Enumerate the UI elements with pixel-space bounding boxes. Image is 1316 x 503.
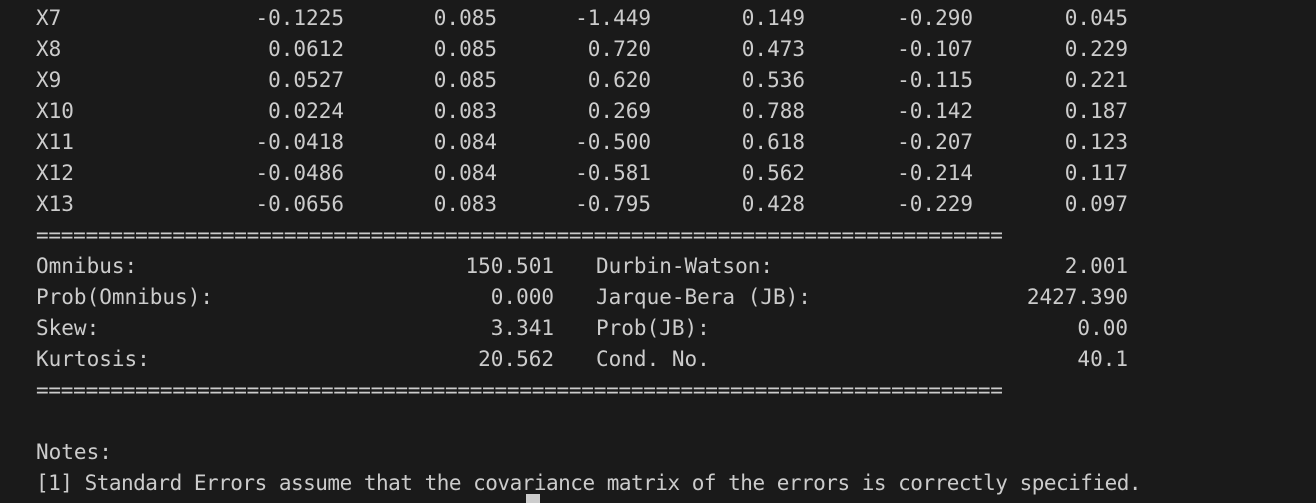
std-err-value: 0.083 xyxy=(433,99,497,123)
t-value: -0.795 xyxy=(575,192,651,216)
stats-row-prob-omnibus: Prob(Omnibus): 0.000 Jarque-Bera (JB): 2… xyxy=(36,282,1136,313)
ci-high-value: 0.045 xyxy=(1064,6,1128,30)
stat-label: Cond. No. xyxy=(596,347,710,371)
coef-value: -0.0418 xyxy=(255,130,344,154)
std-err-value: 0.085 xyxy=(433,37,497,61)
stat-value: 0.000 xyxy=(490,285,554,309)
stats-row-omnibus: Omnibus: 150.501 Durbin-Watson: 2.001 xyxy=(36,251,1136,282)
t-value: 0.269 xyxy=(587,99,651,123)
p-value: 0.788 xyxy=(741,99,805,123)
std-err-value: 0.084 xyxy=(433,130,497,154)
ci-high-value: 0.123 xyxy=(1064,130,1128,154)
std-err-value: 0.085 xyxy=(433,68,497,92)
variable-name: X13 xyxy=(36,192,74,216)
std-err-value: 0.085 xyxy=(433,6,497,30)
stats-row-skew: Skew: 3.341 Prob(JB): 0.00 xyxy=(36,313,1136,344)
coef-row-x13: X13 -0.0656 0.083 -0.795 0.428 -0.229 0.… xyxy=(36,189,1136,220)
ci-low-value: -0.115 xyxy=(897,68,973,92)
coef-value: 0.0224 xyxy=(268,99,344,123)
t-value: -0.500 xyxy=(575,130,651,154)
stat-value: 3.341 xyxy=(490,316,554,340)
ci-low-value: -0.207 xyxy=(897,130,973,154)
std-err-value: 0.083 xyxy=(433,192,497,216)
stat-value: 2427.390 xyxy=(1026,285,1128,309)
t-value: -1.449 xyxy=(575,6,651,30)
variable-name: X11 xyxy=(36,130,74,154)
stat-value: 20.562 xyxy=(478,347,554,371)
stat-label: Jarque-Bera (JB): xyxy=(596,285,811,309)
p-value: 0.618 xyxy=(741,130,805,154)
coef-row-x12: X12 -0.0486 0.084 -0.581 0.562 -0.214 0.… xyxy=(36,158,1136,189)
terminal-output[interactable]: X7 -0.1225 0.085 -1.449 0.149 -0.290 0.0… xyxy=(0,0,1316,503)
variable-name: X8 xyxy=(36,37,62,61)
coef-value: 0.0527 xyxy=(268,68,344,92)
coef-value: -0.0656 xyxy=(255,192,344,216)
coef-value: 0.0612 xyxy=(268,37,344,61)
stat-label: Prob(Omnibus): xyxy=(36,285,214,309)
ci-high-value: 0.187 xyxy=(1064,99,1128,123)
p-value: 0.536 xyxy=(741,68,805,92)
stat-label: Skew: xyxy=(36,316,100,340)
variable-name: X10 xyxy=(36,99,74,123)
variable-name: X9 xyxy=(36,68,62,92)
t-value: 0.720 xyxy=(587,37,651,61)
variable-name: X7 xyxy=(36,6,62,30)
stat-label: Durbin-Watson: xyxy=(596,254,774,278)
ci-high-value: 0.117 xyxy=(1064,161,1128,185)
std-err-value: 0.084 xyxy=(433,161,497,185)
variable-name: X12 xyxy=(36,161,74,185)
ci-low-value: -0.229 xyxy=(897,192,973,216)
notes-heading: Notes: xyxy=(36,440,112,464)
coef-row-x7: X7 -0.1225 0.085 -1.449 0.149 -0.290 0.0… xyxy=(36,3,1136,34)
separator-line: ========================================… xyxy=(36,223,1003,247)
t-value: -0.581 xyxy=(575,161,651,185)
ci-high-value: 0.221 xyxy=(1064,68,1128,92)
coef-row-x10: X10 0.0224 0.083 0.269 0.788 -0.142 0.18… xyxy=(36,96,1136,127)
stat-label: Kurtosis: xyxy=(36,347,150,371)
ci-low-value: -0.107 xyxy=(897,37,973,61)
stat-value: 40.1 xyxy=(1077,347,1128,371)
p-value: 0.149 xyxy=(741,6,805,30)
coef-value: -0.0486 xyxy=(255,161,344,185)
notes-line: [1] Standard Errors assume that the cova… xyxy=(36,471,1142,495)
separator-line: ========================================… xyxy=(36,378,1003,402)
ci-high-value: 0.229 xyxy=(1064,37,1128,61)
coef-value: -0.1225 xyxy=(255,6,344,30)
stat-value: 2.001 xyxy=(1064,254,1128,278)
coef-row-x9: X9 0.0527 0.085 0.620 0.536 -0.115 0.221 xyxy=(36,65,1136,96)
stats-row-kurtosis: Kurtosis: 20.562 Cond. No. 40.1 xyxy=(36,344,1136,375)
ci-low-value: -0.142 xyxy=(897,99,973,123)
p-value: 0.562 xyxy=(741,161,805,185)
p-value: 0.428 xyxy=(741,192,805,216)
stat-label: Prob(JB): xyxy=(596,316,710,340)
coef-row-x8: X8 0.0612 0.085 0.720 0.473 -0.107 0.229 xyxy=(36,34,1136,65)
t-value: 0.620 xyxy=(587,68,651,92)
ci-high-value: 0.097 xyxy=(1064,192,1128,216)
p-value: 0.473 xyxy=(741,37,805,61)
stat-value: 150.501 xyxy=(465,254,554,278)
stat-label: Omnibus: xyxy=(36,254,138,278)
coef-row-x11: X11 -0.0418 0.084 -0.500 0.618 -0.207 0.… xyxy=(36,127,1136,158)
text-cursor xyxy=(526,494,540,503)
ci-low-value: -0.290 xyxy=(897,6,973,30)
ci-low-value: -0.214 xyxy=(897,161,973,185)
stat-value: 0.00 xyxy=(1077,316,1128,340)
